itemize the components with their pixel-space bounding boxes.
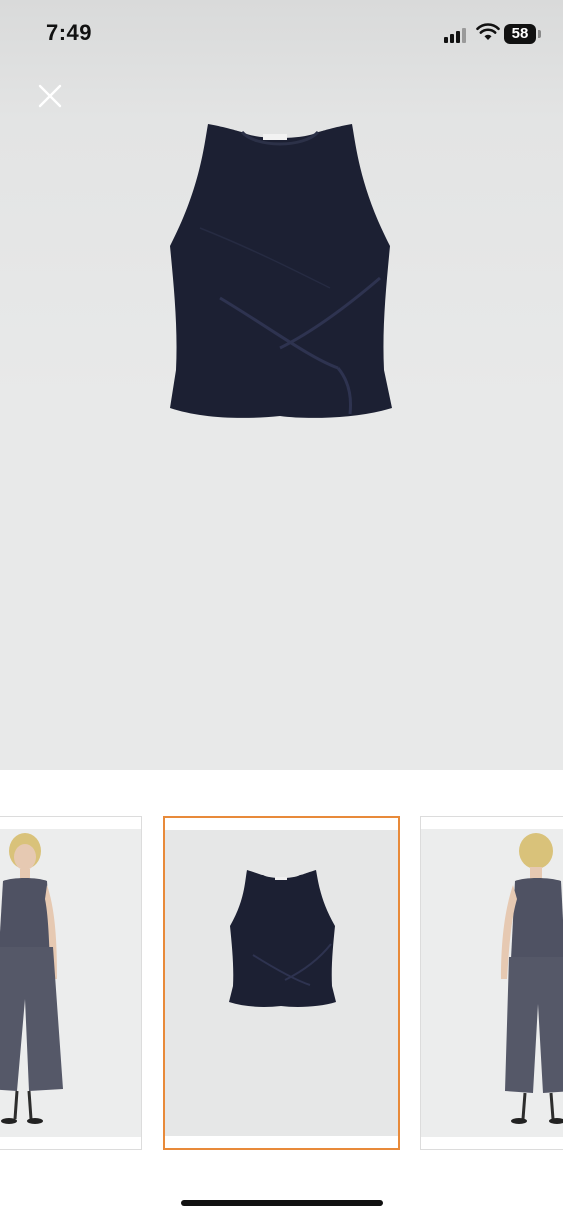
thumbnail-model-back[interactable] (420, 816, 563, 1150)
thumbnail-product-selected[interactable] (163, 816, 400, 1150)
model-front-image (0, 833, 63, 1124)
close-icon[interactable] (32, 78, 68, 114)
product-main-image (170, 124, 392, 418)
home-indicator[interactable] (181, 1200, 383, 1206)
status-time: 7:49 (46, 20, 93, 45)
wifi-icon (476, 23, 500, 40)
thumbnail-strip[interactable] (0, 816, 563, 1154)
cellular-signal-icon (444, 27, 470, 43)
battery-cap (538, 30, 541, 38)
product-image-viewer[interactable]: 7:49 58 (0, 0, 563, 770)
thumbnail-model-front[interactable] (0, 816, 142, 1150)
battery-indicator: 58 (504, 24, 536, 44)
product-flat-image (229, 870, 336, 1007)
model-back-image (501, 833, 563, 1124)
status-bar: 7:49 58 (0, 0, 563, 60)
